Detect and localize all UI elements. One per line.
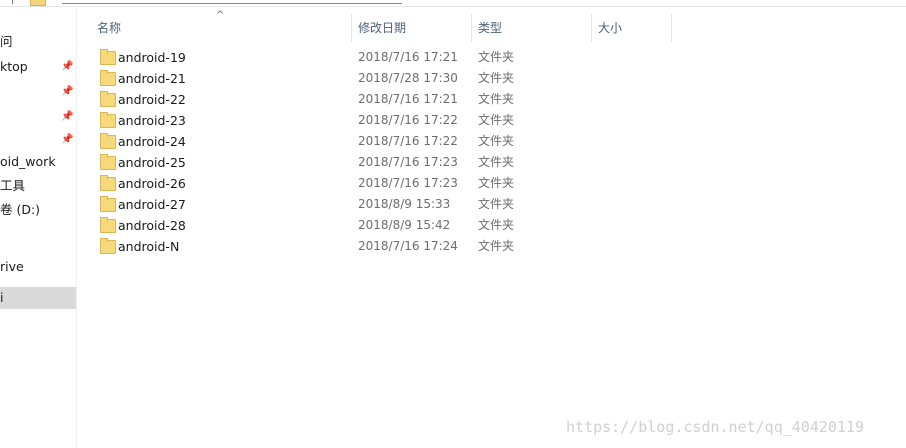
file-name: android-26 bbox=[118, 176, 186, 191]
sidebar-item-quick-access[interactable]: 问 bbox=[0, 31, 76, 53]
file-date: 2018/7/16 17:23 bbox=[358, 155, 458, 169]
sidebar-item-label: 卷 (D:) bbox=[0, 202, 41, 217]
file-row[interactable]: android-25 2018/7/16 17:23 文件夹 bbox=[76, 152, 906, 173]
pin-icon[interactable]: 📌 bbox=[61, 129, 73, 151]
folder-icon bbox=[100, 70, 116, 86]
file-name: android-24 bbox=[118, 134, 186, 149]
sidebar-item-pinned-4[interactable]: 📌 bbox=[0, 129, 76, 151]
column-header-type[interactable]: 类型 bbox=[472, 14, 592, 42]
folder-icon bbox=[100, 217, 116, 233]
file-type: 文件夹 bbox=[478, 134, 515, 148]
watermark: https://blog.csdn.net/qq_40420119 bbox=[566, 418, 865, 436]
column-header-date[interactable]: 修改日期 bbox=[352, 14, 472, 42]
folder-icon bbox=[100, 112, 116, 128]
folder-icon bbox=[100, 49, 116, 65]
folder-icon bbox=[100, 133, 116, 149]
up-arrow-icon[interactable]: ↑ bbox=[8, 0, 17, 6]
folder-icon bbox=[100, 196, 116, 212]
file-name: android-28 bbox=[118, 218, 186, 233]
folder-icon bbox=[100, 175, 116, 191]
breadcrumb[interactable] bbox=[62, 0, 402, 4]
column-header-row: ^ 名称 修改日期 类型 大小 bbox=[76, 10, 906, 42]
file-name: android-23 bbox=[118, 113, 186, 128]
file-row[interactable]: android-19 2018/7/16 17:21 文件夹 bbox=[76, 47, 906, 68]
file-type: 文件夹 bbox=[478, 113, 515, 127]
file-date: 2018/7/28 17:30 bbox=[358, 71, 458, 85]
pin-icon[interactable]: 📌 bbox=[61, 106, 73, 128]
file-name: android-25 bbox=[118, 155, 186, 170]
file-type: 文件夹 bbox=[478, 92, 515, 106]
file-row[interactable]: android-24 2018/7/16 17:22 文件夹 bbox=[76, 131, 906, 152]
file-row[interactable]: android-23 2018/7/16 17:22 文件夹 bbox=[76, 110, 906, 131]
file-name: android-19 bbox=[118, 50, 186, 65]
column-header-size[interactable]: 大小 bbox=[592, 14, 672, 42]
sidebar-item-pinned-3[interactable]: 📌 bbox=[0, 106, 76, 128]
file-type: 文件夹 bbox=[478, 50, 515, 64]
file-date: 2018/7/16 17:22 bbox=[358, 113, 458, 127]
sidebar-item-drive-d[interactable]: 卷 (D:) bbox=[0, 199, 76, 221]
file-row[interactable]: android-N 2018/7/16 17:24 文件夹 bbox=[76, 236, 906, 257]
file-row[interactable]: android-26 2018/7/16 17:23 文件夹 bbox=[76, 173, 906, 194]
file-name: android-21 bbox=[118, 71, 186, 86]
sidebar-item-pinned-2[interactable]: 📌 bbox=[0, 81, 76, 103]
folder-icon bbox=[100, 91, 116, 107]
folder-icon bbox=[100, 154, 116, 170]
file-type: 文件夹 bbox=[478, 155, 515, 169]
column-header-name[interactable]: 名称 bbox=[91, 14, 352, 42]
sidebar-item-label: 工具 bbox=[0, 178, 26, 193]
sidebar-item-label: ktop bbox=[0, 59, 28, 74]
file-type: 文件夹 bbox=[478, 176, 515, 190]
file-name: android-22 bbox=[118, 92, 186, 107]
file-date: 2018/7/16 17:21 bbox=[358, 92, 458, 106]
file-type: 文件夹 bbox=[478, 218, 515, 232]
file-date: 2018/7/16 17:23 bbox=[358, 176, 458, 190]
pin-icon[interactable]: 📌 bbox=[61, 81, 73, 103]
file-row[interactable]: android-21 2018/7/28 17:30 文件夹 bbox=[76, 68, 906, 89]
sidebar-item-tools[interactable]: 工具 bbox=[0, 175, 76, 197]
file-type: 文件夹 bbox=[478, 239, 515, 253]
file-name: android-N bbox=[118, 239, 180, 254]
file-date: 2018/8/9 15:33 bbox=[358, 197, 451, 211]
file-name: android-27 bbox=[118, 197, 186, 212]
sidebar-item-label: i bbox=[0, 290, 4, 305]
sidebar-item-label: oid_work bbox=[0, 154, 56, 169]
file-date: 2018/7/16 17:22 bbox=[358, 134, 458, 148]
folder-icon bbox=[30, 0, 46, 6]
folder-icon bbox=[100, 238, 116, 254]
pin-icon[interactable]: 📌 bbox=[61, 56, 73, 78]
file-type: 文件夹 bbox=[478, 197, 515, 211]
file-date: 2018/7/16 17:24 bbox=[358, 239, 458, 253]
sidebar-item-label: 问 bbox=[0, 34, 13, 49]
file-date: 2018/7/16 17:21 bbox=[358, 50, 458, 64]
file-type: 文件夹 bbox=[478, 71, 515, 85]
sidebar-item-android-work[interactable]: oid_work bbox=[0, 151, 76, 173]
address-bar: ↑ bbox=[0, 0, 906, 7]
sidebar-item-desktop[interactable]: ktop 📌 bbox=[0, 56, 76, 78]
sidebar-item-onedrive[interactable]: rive bbox=[0, 256, 76, 278]
sidebar-item-selected[interactable]: i bbox=[0, 287, 76, 309]
file-row[interactable]: android-28 2018/8/9 15:42 文件夹 bbox=[76, 215, 906, 236]
file-row[interactable]: android-27 2018/8/9 15:33 文件夹 bbox=[76, 194, 906, 215]
file-date: 2018/8/9 15:42 bbox=[358, 218, 451, 232]
sidebar-item-label: rive bbox=[0, 259, 24, 274]
navigation-pane: 问 ktop 📌 📌 📌 📌 oid_work 工具 卷 (D:) rive i bbox=[0, 7, 77, 448]
file-row[interactable]: android-22 2018/7/16 17:21 文件夹 bbox=[76, 89, 906, 110]
